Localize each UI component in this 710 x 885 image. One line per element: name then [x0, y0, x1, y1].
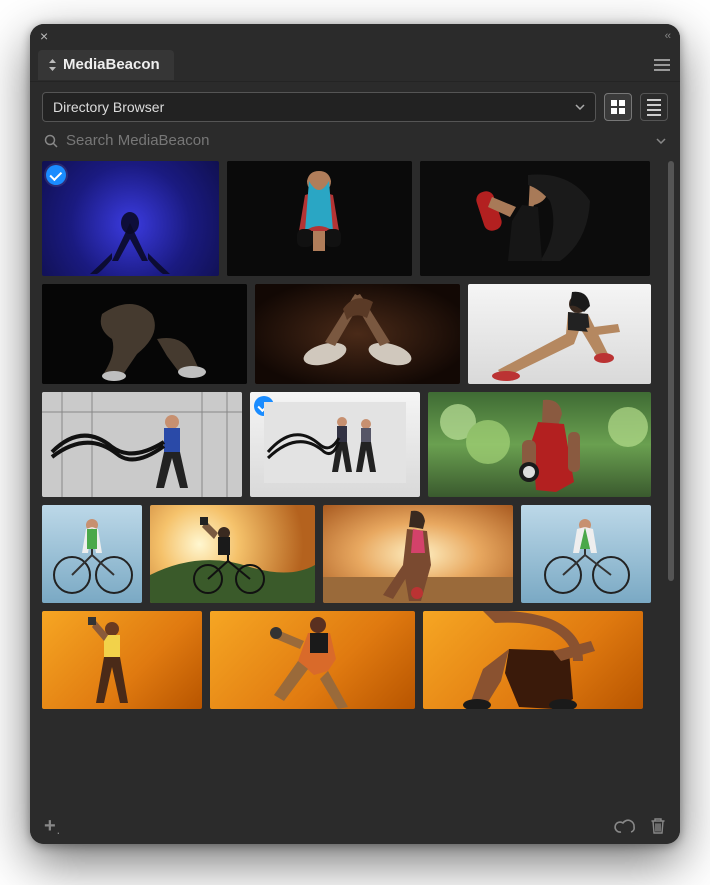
footer: +.: [30, 808, 680, 844]
asset-thumb[interactable]: [42, 161, 219, 276]
asset-thumb[interactable]: [468, 284, 651, 384]
grid-icon: [611, 100, 625, 114]
asset-thumb[interactable]: [423, 611, 643, 709]
search-icon: [44, 134, 58, 148]
asset-thumb[interactable]: [255, 284, 460, 384]
add-button[interactable]: +.: [44, 815, 56, 838]
creative-cloud-icon[interactable]: [614, 818, 636, 834]
tab-label: MediaBeacon: [63, 56, 160, 73]
titlebar: × ‹‹: [30, 24, 680, 48]
scrollbar-thumb[interactable]: [668, 161, 674, 581]
chevron-down-icon: [575, 104, 585, 110]
asset-thumb[interactable]: [323, 505, 513, 603]
asset-thumb[interactable]: [42, 611, 202, 709]
asset-thumb[interactable]: [42, 284, 247, 384]
selected-check-icon: [46, 165, 66, 185]
panel-menu-icon[interactable]: [654, 59, 670, 71]
sort-icon: [48, 59, 57, 71]
asset-thumb[interactable]: [42, 505, 142, 603]
view-grid-button[interactable]: [604, 93, 632, 121]
asset-thumb[interactable]: [210, 611, 415, 709]
view-list-button[interactable]: [640, 93, 668, 121]
search-row: [30, 128, 680, 157]
search-expand-icon[interactable]: [656, 138, 666, 144]
toolbar: Directory Browser: [30, 82, 680, 128]
gallery: [30, 157, 680, 808]
directory-select[interactable]: Directory Browser: [42, 92, 596, 122]
asset-thumb[interactable]: [150, 505, 315, 603]
asset-thumb[interactable]: [420, 161, 650, 276]
asset-thumb[interactable]: [428, 392, 651, 497]
asset-thumb[interactable]: [521, 505, 651, 603]
asset-thumb[interactable]: [42, 392, 242, 497]
trash-icon[interactable]: [650, 817, 666, 835]
directory-select-value: Directory Browser: [53, 99, 164, 115]
close-icon[interactable]: ×: [40, 29, 48, 43]
search-input[interactable]: [66, 132, 648, 149]
tab-mediabeacon[interactable]: MediaBeacon: [38, 50, 174, 80]
mediabeacon-panel: × ‹‹ MediaBeacon Directory Browser: [30, 24, 680, 844]
asset-thumb[interactable]: [227, 161, 412, 276]
tab-row: MediaBeacon: [30, 48, 680, 82]
collapse-icon[interactable]: ‹‹: [665, 30, 670, 42]
list-icon: [647, 99, 661, 116]
asset-thumb[interactable]: [250, 392, 420, 497]
